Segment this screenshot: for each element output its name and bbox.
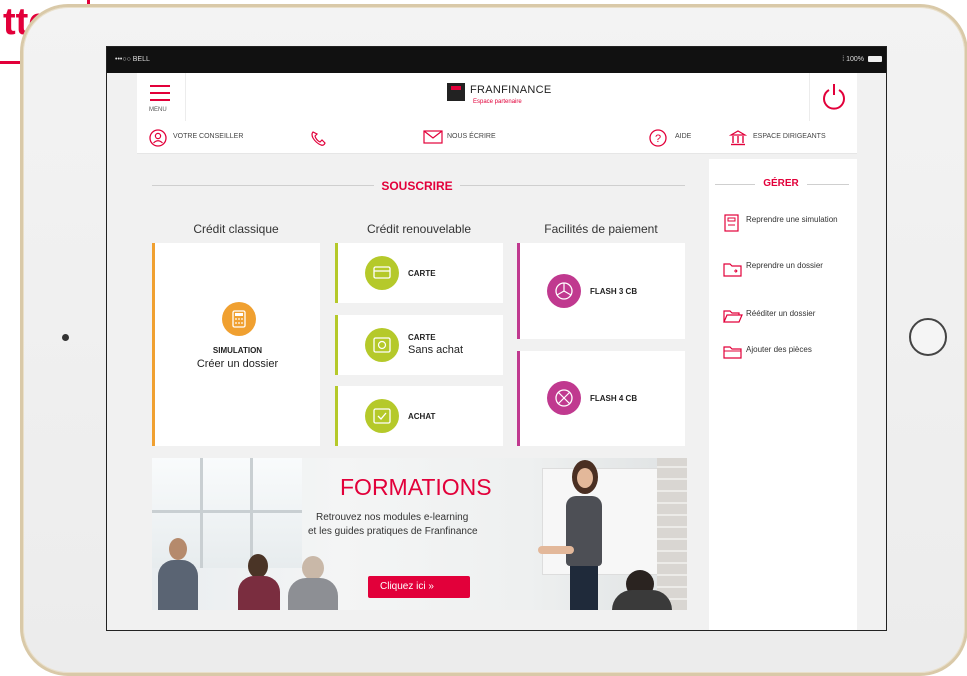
souscrire-title: SOUSCRIRE xyxy=(381,179,453,193)
carte-sans-achat-label: CARTE xyxy=(408,333,436,342)
divider xyxy=(460,185,685,186)
simulation-card[interactable]: SIMULATION Créer un dossier xyxy=(152,243,320,446)
dirigeants-label: ESPACE DIRIGEANTS xyxy=(753,133,826,140)
formations-title: FORMATIONS xyxy=(340,474,492,500)
flash-3-icon xyxy=(547,274,581,308)
aide-link[interactable]: ? AIDE xyxy=(649,121,709,153)
app-screen: •••○○ BELL ⁞ 100% MENU FRANFINANCE Espac… xyxy=(106,46,887,631)
reprendre-dossier-link[interactable]: Reprendre un dossier xyxy=(723,260,853,284)
divider xyxy=(152,185,374,186)
flash-3cb-card[interactable]: FLASH 3 CB xyxy=(517,243,685,339)
audience-person xyxy=(288,556,338,610)
credit-card-icon xyxy=(365,256,399,290)
card-no-purchase-icon xyxy=(365,328,399,362)
reediter-dossier-link[interactable]: Rééditer un dossier xyxy=(723,308,853,326)
battery-label: ⁞ 100% xyxy=(842,56,864,63)
flash-3cb-label: FLASH 3 CB xyxy=(590,287,638,296)
simulation-sublabel: Créer un dossier xyxy=(196,358,279,370)
franfinance-logo-icon xyxy=(447,83,465,101)
user-icon xyxy=(149,129,167,147)
logout-button[interactable] xyxy=(809,73,858,121)
status-bar: •••○○ BELL ⁞ 100% xyxy=(107,47,886,73)
folder-open-icon xyxy=(723,310,743,323)
reprendre-simulation-label: Reprendre une simulation xyxy=(746,215,838,224)
carrier-label: •••○○ BELL xyxy=(115,56,150,63)
help-icon: ? xyxy=(649,129,667,147)
column-heading-credit-renouvelable: Crédit renouvelable xyxy=(366,222,472,236)
brand-subtitle: Espace partenaire xyxy=(473,99,522,105)
phone-icon xyxy=(311,131,326,146)
aide-label: AIDE xyxy=(675,133,692,140)
camera-dot xyxy=(62,334,69,341)
carte-sans-achat-card[interactable]: CARTE Sans achat xyxy=(335,315,503,375)
gerer-title: GÉRER xyxy=(763,178,799,189)
flash-4cb-card[interactable]: FLASH 4 CB xyxy=(517,351,685,446)
reprendre-dossier-label: Reprendre un dossier xyxy=(746,261,823,270)
purchase-icon xyxy=(365,399,399,433)
divider xyxy=(715,184,755,185)
mail-icon xyxy=(423,130,443,144)
ecrire-label: NOUS ÉCRIRE xyxy=(447,133,496,140)
achat-card[interactable]: ACHAT xyxy=(335,386,503,446)
formations-text-line2: et les guides pratiques de Franfinance xyxy=(308,526,478,537)
ajouter-pieces-label: Ajouter des pièces xyxy=(746,345,812,354)
formations-banner: FORMATIONS Retrouvez nos modules e-learn… xyxy=(152,458,687,610)
svg-text:?: ? xyxy=(655,133,661,145)
cliquez-ici-label: Cliquez ici » xyxy=(380,581,434,592)
ajouter-pieces-link[interactable]: Ajouter des pièces xyxy=(723,344,853,362)
folder-icon xyxy=(723,263,742,277)
calculator-icon xyxy=(222,302,256,336)
contact-bar: VOTRE CONSEILLER NOUS ÉCRIRE ? AIDE ESPA… xyxy=(137,121,857,154)
menu-label: MENU xyxy=(149,107,167,113)
carte-label: CARTE xyxy=(408,269,436,278)
carte-card[interactable]: CARTE xyxy=(335,243,503,303)
conseiller-link[interactable]: VOTRE CONSEILLER xyxy=(137,121,287,153)
flash-4-icon xyxy=(547,381,581,415)
conseiller-label: VOTRE CONSEILLER xyxy=(173,133,244,140)
reediter-dossier-label: Rééditer un dossier xyxy=(746,309,816,318)
hamburger-icon xyxy=(150,85,170,87)
divider xyxy=(807,184,849,185)
home-button[interactable] xyxy=(909,318,947,356)
flash-4cb-label: FLASH 4 CB xyxy=(590,394,638,403)
reprendre-simulation-link[interactable]: Reprendre une simulation xyxy=(723,214,853,238)
top-bar: MENU FRANFINANCE Espace partenaire xyxy=(137,73,857,122)
achat-label: ACHAT xyxy=(408,412,436,421)
audience-person xyxy=(158,538,198,610)
simulation-label: SIMULATION xyxy=(212,346,263,355)
presenter-person xyxy=(538,458,622,610)
dirigeants-link[interactable]: ESPACE DIRIGEANTS xyxy=(723,121,857,153)
audience-person xyxy=(238,554,280,610)
power-icon xyxy=(823,84,845,110)
ecrire-link[interactable]: NOUS ÉCRIRE xyxy=(413,121,533,153)
menu-button[interactable]: MENU xyxy=(137,73,186,121)
cliquez-ici-button[interactable]: Cliquez ici » xyxy=(368,576,470,598)
calculator-doc-icon xyxy=(724,214,739,232)
carte-sans-achat-sublabel: Sans achat xyxy=(408,344,464,356)
bank-icon xyxy=(729,130,747,146)
column-heading-credit-classique: Crédit classique xyxy=(193,222,279,236)
column-heading-facilites: Facilités de paiement xyxy=(544,222,658,236)
gerer-sidebar: GÉRER Reprendre une simulation Reprendre… xyxy=(709,159,857,630)
brand-name: FRANFINANCE xyxy=(470,84,552,96)
battery-icon xyxy=(868,56,882,62)
folder-add-icon xyxy=(723,346,742,359)
formations-text-line1: Retrouvez nos modules e-learning xyxy=(316,512,469,523)
phone-link[interactable] xyxy=(295,121,365,153)
